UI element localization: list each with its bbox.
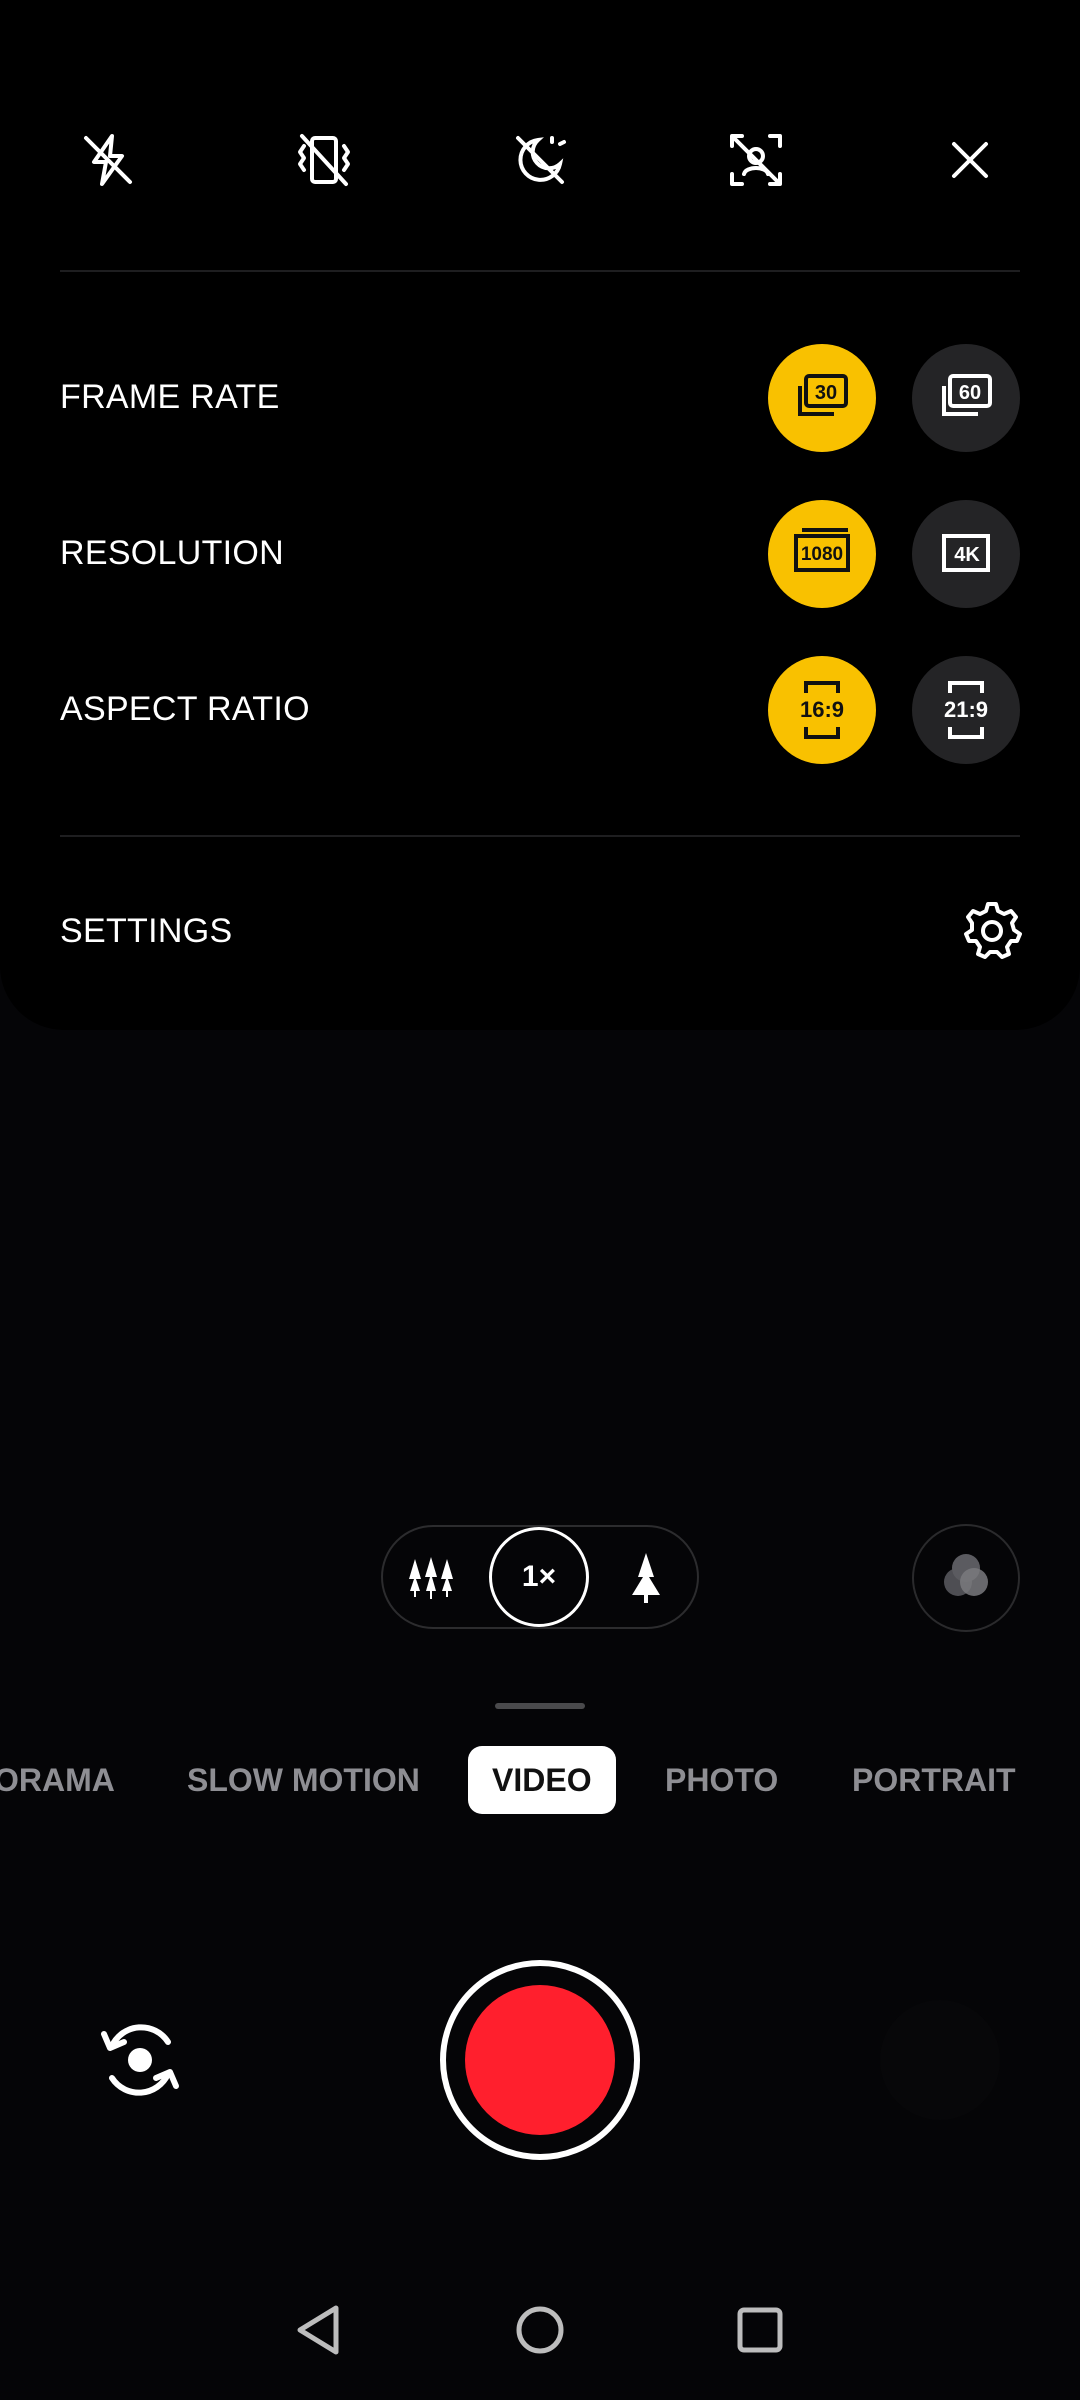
- close-button[interactable]: [920, 110, 1020, 210]
- video-options-panel: FRAME RATE 30 60 RESOLUTION 1080 4K ASPE…: [0, 0, 1080, 1030]
- mode-slow-motion[interactable]: SLOW MOTION: [187, 1760, 420, 1800]
- quick-settings-row: [0, 110, 1080, 210]
- resolution-label: RESOLUTION: [60, 534, 285, 572]
- top-divider: [60, 270, 1020, 272]
- settings-label[interactable]: SETTINGS: [60, 912, 232, 951]
- filters-icon: [944, 1554, 988, 1596]
- resolution-4k-icon: 4K: [942, 534, 990, 572]
- face-detect-off-button[interactable]: [706, 110, 806, 210]
- frame-rate-30-icon: 30: [798, 374, 848, 416]
- mode-portrait[interactable]: PORTRAIT: [852, 1760, 1016, 1800]
- tree-icon[interactable]: [624, 1551, 668, 1605]
- home-icon[interactable]: [510, 2300, 570, 2360]
- resolution-4k-text: 4K: [954, 544, 980, 566]
- frame-rate-30-button[interactable]: 30: [768, 344, 876, 452]
- aspect-ratio-21-9-icon: 21:9: [944, 681, 988, 739]
- gear-icon[interactable]: [962, 900, 1022, 960]
- frame-rate-60-text: 60: [959, 382, 981, 404]
- frame-rate-30-text: 30: [815, 382, 837, 404]
- aspect-ratio-label: ASPECT RATIO: [60, 690, 310, 728]
- vibrate-off-button[interactable]: [274, 110, 374, 210]
- record-button[interactable]: [465, 1985, 615, 2135]
- gallery-thumbnail[interactable]: [880, 2000, 1000, 2120]
- recents-icon[interactable]: [730, 2300, 790, 2360]
- resolution-1080-text: 1080: [801, 544, 843, 565]
- trees-icon[interactable]: [406, 1553, 456, 1603]
- switch-camera-icon[interactable]: [90, 2010, 190, 2110]
- face-detect-off-icon: [730, 134, 782, 186]
- mode-video[interactable]: VIDEO: [468, 1746, 616, 1814]
- frame-rate-60-button[interactable]: 60: [912, 344, 1020, 452]
- frame-rate-60-icon: 60: [942, 374, 992, 416]
- mode-panorama[interactable]: ORAMA: [0, 1760, 115, 1800]
- mode-photo[interactable]: PHOTO: [665, 1760, 778, 1800]
- vibrate-off-icon: [298, 134, 350, 186]
- close-icon: [952, 142, 988, 178]
- flash-off-button[interactable]: [58, 110, 158, 210]
- aspect-ratio-16-9-text: 16:9: [800, 697, 844, 722]
- aspect-ratio-21-9-button[interactable]: 21:9: [912, 656, 1020, 764]
- flash-off-icon: [84, 134, 132, 186]
- bottom-divider: [60, 835, 1020, 837]
- filters-button[interactable]: [912, 1524, 1020, 1632]
- aspect-ratio-16-9-icon: 16:9: [800, 681, 844, 739]
- night-off-icon: [516, 136, 566, 184]
- zoom-1x-button[interactable]: 1×: [489, 1527, 589, 1627]
- resolution-4k-button[interactable]: 4K: [912, 500, 1020, 608]
- night-off-button[interactable]: [490, 110, 590, 210]
- aspect-ratio-16-9-button[interactable]: 16:9: [768, 656, 876, 764]
- back-icon[interactable]: [292, 2300, 352, 2360]
- frame-rate-label: FRAME RATE: [60, 378, 280, 416]
- resolution-1080-icon: 1080: [794, 528, 850, 572]
- aspect-ratio-21-9-text: 21:9: [944, 697, 988, 722]
- mode-drawer-handle[interactable]: [495, 1703, 585, 1709]
- resolution-1080-button[interactable]: 1080: [768, 500, 876, 608]
